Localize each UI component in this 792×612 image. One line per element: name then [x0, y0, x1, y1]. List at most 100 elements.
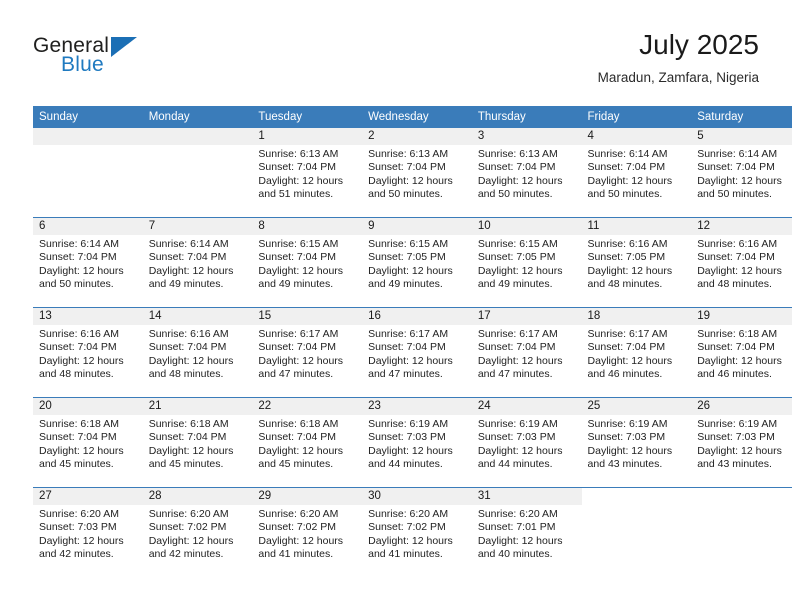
day-cell-content: [581, 488, 692, 577]
day-cell-content: 26 Sunrise: 6:19 AM Sunset: 7:03 PM Dayligh…: [691, 398, 792, 487]
sunset-text: Sunset: 7:01 PM: [477, 521, 556, 534]
calendar-day-cell[interactable]: 22 Sunrise: 6:18 AM Sunset: 7:04 PM Dayligh…: [252, 397, 363, 488]
daylight-text-line2: and 48 minutes.: [148, 368, 224, 381]
calendar-day-cell[interactable]: 3 Sunrise: 6:13 AM Sunset: 7:04 PM Daylight…: [471, 128, 582, 218]
day-details: Sunrise: 6:18 AM Sunset: 7:04 PM Daylight:…: [691, 325, 792, 382]
sunrise-text: Sunrise: 6:14 AM: [39, 238, 119, 250]
day-cell-content: 28 Sunrise: 6:20 AM Sunset: 7:02 PM Dayligh…: [142, 488, 253, 577]
day-number: 28: [142, 488, 253, 505]
sunrise-text: Sunrise: 6:19 AM: [587, 418, 668, 430]
day-details: Sunrise: 6:20 AM Sunset: 7:02 PM Daylight:…: [143, 505, 253, 562]
day-details: Sunrise: 6:20 AM Sunset: 7:02 PM Daylight:…: [252, 505, 362, 562]
daylight-text-line1: Daylight: 12 hours: [148, 264, 234, 277]
daylight-text-line2: and 45 minutes.: [258, 458, 334, 471]
day-number: 17: [471, 308, 582, 325]
general-blue-logo[interactable]: General Blue: [33, 34, 163, 88]
day-number: 10: [471, 218, 582, 235]
daylight-text-line2: and 45 minutes.: [39, 458, 114, 471]
daylight-text-line1: Daylight: 12 hours: [368, 354, 453, 367]
daylight-text-line2: and 50 minutes.: [368, 188, 443, 201]
day-cell-content: [142, 128, 253, 217]
day-number: 30: [362, 488, 472, 505]
sunrise-text: Sunrise: 6:13 AM: [258, 148, 339, 160]
daylight-text-line1: Daylight: 12 hours: [258, 534, 344, 547]
day-cell-content: 7 Sunrise: 6:14 AM Sunset: 7:04 PM Daylight…: [142, 218, 253, 307]
calendar-day-cell[interactable]: 8 Sunrise: 6:15 AM Sunset: 7:04 PM Daylight…: [252, 217, 363, 308]
calendar-day-cell[interactable]: 17 Sunrise: 6:17 AM Sunset: 7:04 PM Dayligh…: [471, 307, 582, 398]
sunset-text: Sunset: 7:03 PM: [697, 431, 775, 444]
calendar-body: 1 Sunrise: 6:13 AM Sunset: 7:04 PM Daylight…: [33, 128, 792, 577]
day-number: 15: [252, 308, 363, 325]
calendar-day-cell[interactable]: 30 Sunrise: 6:20 AM Sunset: 7:02 PM Dayligh…: [362, 487, 472, 577]
day-cell-content: 19 Sunrise: 6:18 AM Sunset: 7:04 PM Dayligh…: [691, 308, 792, 397]
calendar-day-cell[interactable]: 2 Sunrise: 6:13 AM Sunset: 7:04 PM Daylight…: [362, 128, 472, 218]
calendar-day-cell[interactable]: 4 Sunrise: 6:14 AM Sunset: 7:04 PM Daylight…: [581, 128, 692, 218]
calendar-day-cell[interactable]: 1 Sunrise: 6:13 AM Sunset: 7:04 PM Daylight…: [252, 128, 363, 218]
sunrise-text: Sunrise: 6:20 AM: [477, 508, 558, 520]
calendar-day-cell[interactable]: 14 Sunrise: 6:16 AM Sunset: 7:04 PM Dayligh…: [142, 307, 253, 398]
calendar-day-cell[interactable]: 21 Sunrise: 6:18 AM Sunset: 7:04 PM Dayligh…: [142, 397, 253, 488]
calendar-day-cell[interactable]: 5 Sunrise: 6:14 AM Sunset: 7:04 PM Daylight…: [691, 128, 792, 218]
calendar-day-cell[interactable]: 19 Sunrise: 6:18 AM Sunset: 7:04 PM Dayligh…: [691, 307, 792, 398]
day-cell-content: 30 Sunrise: 6:20 AM Sunset: 7:02 PM Dayligh…: [362, 488, 472, 577]
weekday-header-row: Sunday Monday Tuesday Wednesday Thursday…: [33, 106, 792, 128]
calendar-day-cell[interactable]: [142, 128, 253, 218]
calendar-day-cell[interactable]: 20 Sunrise: 6:18 AM Sunset: 7:04 PM Dayligh…: [33, 397, 143, 488]
calendar-day-cell[interactable]: 16 Sunrise: 6:17 AM Sunset: 7:04 PM Dayligh…: [362, 307, 472, 398]
sunset-text: Sunset: 7:04 PM: [39, 431, 117, 444]
daylight-text-line2: and 46 minutes.: [697, 368, 772, 381]
calendar-day-cell[interactable]: 27 Sunrise: 6:20 AM Sunset: 7:03 PM Dayligh…: [33, 487, 143, 577]
calendar-day-cell[interactable]: 11 Sunrise: 6:16 AM Sunset: 7:05 PM Dayligh…: [581, 217, 692, 308]
calendar-day-cell[interactable]: 25 Sunrise: 6:19 AM Sunset: 7:03 PM Dayligh…: [581, 397, 692, 488]
daylight-text-line1: Daylight: 12 hours: [587, 174, 673, 187]
sunset-text: Sunset: 7:04 PM: [697, 341, 775, 354]
calendar-day-cell[interactable]: 24 Sunrise: 6:19 AM Sunset: 7:03 PM Dayligh…: [471, 397, 582, 488]
daylight-text-line2: and 48 minutes.: [697, 278, 772, 291]
calendar-day-cell[interactable]: 26 Sunrise: 6:19 AM Sunset: 7:03 PM Dayligh…: [691, 397, 792, 488]
weekday-header-sunday: Sunday: [33, 106, 143, 128]
calendar-day-cell[interactable]: 15 Sunrise: 6:17 AM Sunset: 7:04 PM Dayligh…: [252, 307, 363, 398]
day-cell-content: 29 Sunrise: 6:20 AM Sunset: 7:02 PM Dayligh…: [252, 488, 363, 577]
day-number: 5: [691, 128, 792, 145]
sunrise-text: Sunrise: 6:17 AM: [587, 328, 668, 340]
day-details: Sunrise: 6:14 AM Sunset: 7:04 PM Daylight:…: [33, 235, 143, 292]
day-details: Sunrise: 6:14 AM Sunset: 7:04 PM Daylight:…: [582, 145, 692, 202]
day-cell-content: 18 Sunrise: 6:17 AM Sunset: 7:04 PM Dayligh…: [581, 308, 692, 397]
sunrise-text: Sunrise: 6:15 AM: [258, 238, 339, 250]
calendar-day-cell[interactable]: 13 Sunrise: 6:16 AM Sunset: 7:04 PM Dayligh…: [33, 307, 143, 398]
calendar-day-cell[interactable]: 6 Sunrise: 6:14 AM Sunset: 7:04 PM Daylight…: [33, 217, 143, 308]
daylight-text-line1: Daylight: 12 hours: [368, 444, 453, 457]
sunrise-text: Sunrise: 6:14 AM: [587, 148, 668, 160]
calendar-day-cell[interactable]: [691, 487, 792, 577]
calendar-day-cell[interactable]: [33, 128, 143, 218]
sunset-text: Sunset: 7:04 PM: [148, 251, 227, 264]
calendar-day-cell[interactable]: 9 Sunrise: 6:15 AM Sunset: 7:05 PM Daylight…: [362, 217, 472, 308]
day-number: 11: [581, 218, 692, 235]
day-number: 24: [471, 398, 582, 415]
calendar-day-cell[interactable]: 23 Sunrise: 6:19 AM Sunset: 7:03 PM Dayligh…: [362, 397, 472, 488]
sunrise-text: Sunrise: 6:20 AM: [39, 508, 119, 520]
calendar-day-cell[interactable]: 7 Sunrise: 6:14 AM Sunset: 7:04 PM Daylight…: [142, 217, 253, 308]
daylight-text-line2: and 50 minutes.: [477, 188, 553, 201]
logo-text-blue: Blue: [61, 53, 104, 76]
day-details: Sunrise: 6:15 AM Sunset: 7:05 PM Daylight:…: [362, 235, 472, 292]
calendar-day-cell[interactable]: 31 Sunrise: 6:20 AM Sunset: 7:01 PM Dayligh…: [471, 487, 582, 577]
sunset-text: Sunset: 7:03 PM: [587, 431, 666, 444]
calendar-day-cell[interactable]: 18 Sunrise: 6:17 AM Sunset: 7:04 PM Dayligh…: [581, 307, 692, 398]
calendar-day-cell[interactable]: 29 Sunrise: 6:20 AM Sunset: 7:02 PM Dayligh…: [252, 487, 363, 577]
day-details: Sunrise: 6:16 AM Sunset: 7:04 PM Daylight:…: [691, 235, 792, 292]
daylight-text-line1: Daylight: 12 hours: [258, 174, 344, 187]
sunset-text: Sunset: 7:03 PM: [368, 431, 446, 444]
day-details: Sunrise: 6:18 AM Sunset: 7:04 PM Daylight:…: [143, 415, 253, 472]
calendar-day-cell[interactable]: 12 Sunrise: 6:16 AM Sunset: 7:04 PM Dayligh…: [691, 217, 792, 308]
calendar-day-cell[interactable]: 28 Sunrise: 6:20 AM Sunset: 7:02 PM Dayligh…: [142, 487, 253, 577]
calendar-day-cell[interactable]: 10 Sunrise: 6:15 AM Sunset: 7:05 PM Dayligh…: [471, 217, 582, 308]
calendar-day-cell[interactable]: [581, 487, 692, 577]
daylight-text-line2: and 47 minutes.: [477, 368, 553, 381]
day-number: 25: [581, 398, 692, 415]
daylight-text-line1: Daylight: 12 hours: [148, 534, 234, 547]
daylight-text-line2: and 45 minutes.: [148, 458, 224, 471]
day-cell-content: 20 Sunrise: 6:18 AM Sunset: 7:04 PM Dayligh…: [33, 398, 143, 487]
sunset-text: Sunset: 7:03 PM: [477, 431, 556, 444]
day-number: 3: [471, 128, 582, 145]
